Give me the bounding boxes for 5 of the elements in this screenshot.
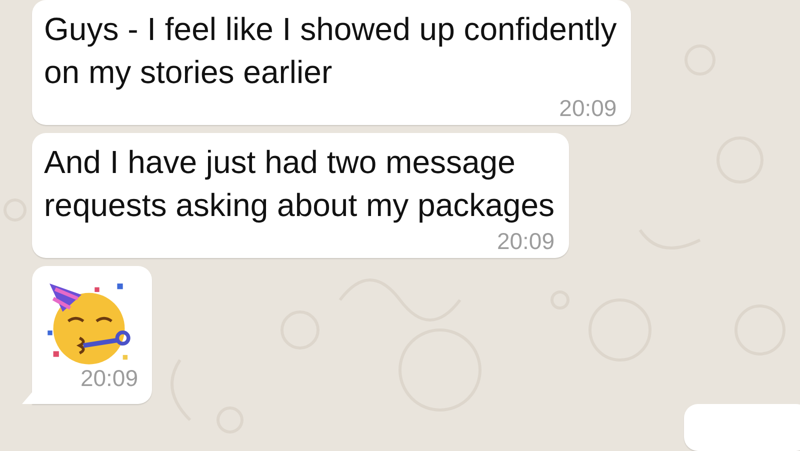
- message-text: And I have just had two message requests asking about my packages: [44, 143, 555, 225]
- message-time: 20:09: [496, 229, 555, 253]
- message-text: Guys - I feel like I showed up confidently on my stories earlier: [44, 10, 617, 92]
- message-time: 20:09: [559, 96, 617, 120]
- message-time: 20:09: [80, 364, 138, 392]
